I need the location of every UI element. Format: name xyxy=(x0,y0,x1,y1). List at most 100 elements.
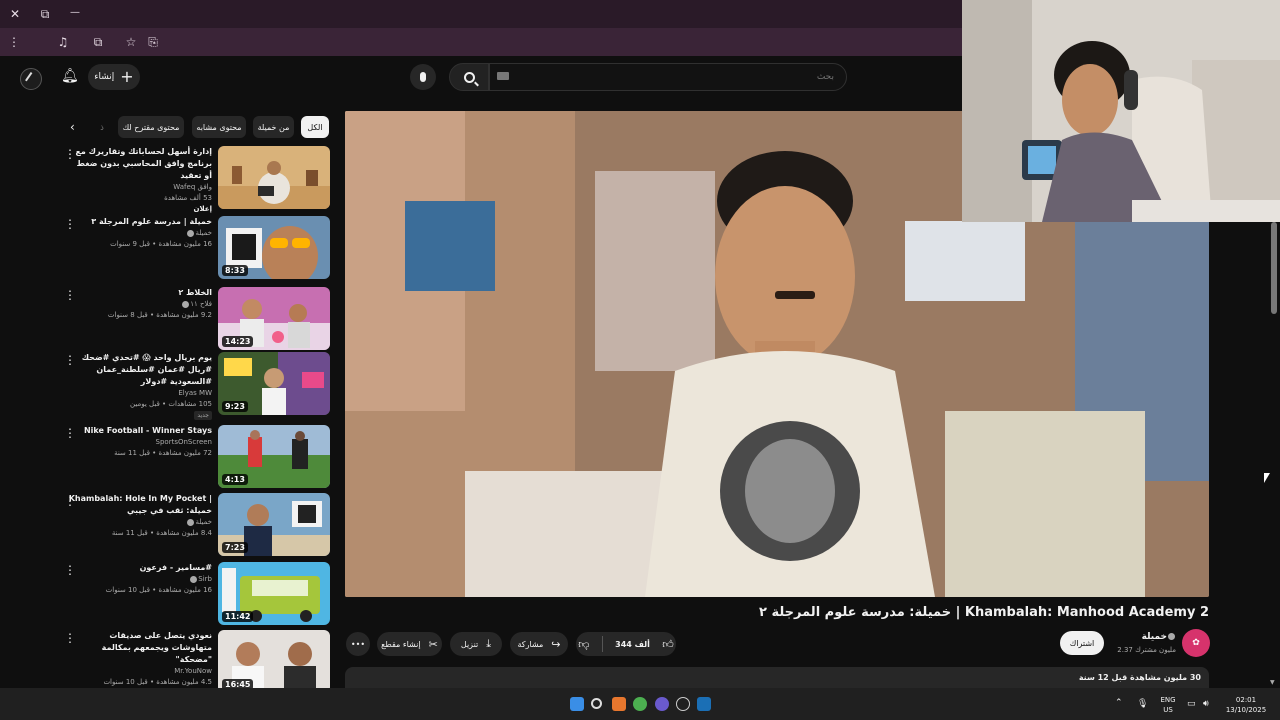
more-options-icon[interactable]: ⋮ xyxy=(64,632,76,644)
view-count: 4.5 مليون مشاهدة • قبل 10 سنوات xyxy=(103,678,212,686)
duration-badge: 9:23 xyxy=(222,401,248,412)
video-thumbnail[interactable]: 8:33 xyxy=(218,216,330,279)
chip-similar[interactable]: محتوى مشابه xyxy=(192,116,246,138)
channel-name: Mr.YouNow xyxy=(174,667,212,675)
create-button[interactable]: إنشاء + xyxy=(88,64,140,90)
like-count[interactable]: 344 ألف xyxy=(615,640,650,649)
video-title-heading: خميلة: مدرسة علوم المرجلة ٢ | Khambalah:… xyxy=(758,605,1209,620)
list-item[interactable]: ⋮ #مسامير - فرعون Sirb 16 مليون مشاهدة •… xyxy=(60,562,330,626)
chip-recommended[interactable]: محتوى مقترح لك xyxy=(118,116,184,138)
chip-partial[interactable]: ذ xyxy=(93,116,111,138)
list-item[interactable]: ⋮ Nike Football - Winner Stays SportsOnS… xyxy=(60,425,330,489)
channel-name: وافق Wafeq xyxy=(173,183,212,191)
star-icon[interactable]: ☆ xyxy=(123,35,139,49)
list-item[interactable]: ⋮ خميلة | مدرسة علوم المرجلة ٣ خميلة 16 … xyxy=(60,216,330,280)
keyboard-icon[interactable] xyxy=(497,72,509,80)
restore-window-button[interactable]: ⧉ xyxy=(37,7,53,21)
video-title: نعودي يتصل على صديقات متهاوشات ويجمعهم ب… xyxy=(101,631,212,664)
view-count: 8.4 مليون مشاهدة • قبل 11 سنة xyxy=(111,529,212,537)
close-window-button[interactable]: ✕ xyxy=(7,7,23,21)
list-item[interactable]: ⋮ يوم بريال واحد 😱 #تحدي #ضحك #ريال #عما… xyxy=(60,352,330,420)
extensions-icon[interactable]: ⧉ xyxy=(90,35,106,49)
duration-badge: 14:23 xyxy=(222,336,254,347)
verified-icon xyxy=(187,229,195,237)
region-code: US xyxy=(1163,706,1173,714)
language-indicator[interactable]: ENG US xyxy=(1156,695,1180,715)
video-thumbnail[interactable] xyxy=(218,146,330,209)
more-options-icon[interactable]: ⋮ xyxy=(64,218,76,230)
list-item[interactable]: ⋮ إدارة أسهل لحساباتك وتقاريرك مع برنامج… xyxy=(60,146,330,213)
voice-search-button[interactable] xyxy=(410,64,436,90)
video-thumbnail[interactable]: 9:23 xyxy=(218,352,330,415)
network-icon[interactable]: ▭ xyxy=(1187,699,1196,709)
download-button[interactable]: تنزيل ⤓ xyxy=(450,632,502,656)
notifications-bell-icon[interactable]: 🔔︎ xyxy=(61,68,79,84)
system-clock[interactable]: 02:01 13/10/2025 xyxy=(1222,695,1270,715)
share-button[interactable]: مشاركة ↪ xyxy=(510,632,568,656)
volume-icon[interactable]: 🔊︎ xyxy=(1203,699,1209,709)
view-count: 16 مليون مشاهدة • قبل 9 سنوات xyxy=(110,240,212,248)
user-avatar[interactable] xyxy=(20,68,42,90)
plus-icon: + xyxy=(120,67,134,86)
list-item[interactable]: ⋮ نعودي يتصل على صديقات متهاوشات ويجمعهم… xyxy=(60,630,330,688)
app-icon[interactable] xyxy=(612,697,626,711)
screenshot-icon[interactable]: ⎘ xyxy=(145,35,161,49)
duration-badge: 16:45 xyxy=(222,679,254,688)
video-thumbnail[interactable]: 14:23 xyxy=(218,287,330,350)
more-options-icon[interactable]: ⋮ xyxy=(64,289,76,301)
view-count: 53 ألف مشاهدة xyxy=(164,194,212,202)
search-taskbar-icon[interactable] xyxy=(591,698,602,709)
channel-name: SportsOnScreen xyxy=(155,438,212,446)
search-input[interactable] xyxy=(489,63,847,91)
channel-name[interactable]: خميلة xyxy=(1110,632,1176,642)
minimize-window-button[interactable]: — xyxy=(67,6,83,20)
chip-from-channel[interactable]: من خميلة xyxy=(253,116,294,138)
menu-dots-icon[interactable]: ⋮ xyxy=(6,35,22,49)
clip-button[interactable]: إنشاء مقطع ✂ xyxy=(377,632,442,656)
media-icon[interactable]: ♫ xyxy=(55,35,71,49)
dislike-icon[interactable]: 👎︎ xyxy=(578,638,589,651)
scroll-down-arrow-icon[interactable]: ▼ xyxy=(1270,679,1275,686)
subscribe-button[interactable]: اشتراك xyxy=(1060,631,1104,655)
scrollbar-thumb[interactable] xyxy=(1271,222,1277,314)
steam-icon[interactable] xyxy=(697,697,711,711)
microphone-tray-icon[interactable]: 🎙︎ xyxy=(1137,699,1148,709)
verified-icon xyxy=(190,575,198,583)
settings-icon[interactable] xyxy=(676,697,690,711)
video-thumbnail[interactable]: 11:42 xyxy=(218,562,330,625)
more-actions-button[interactable]: ••• xyxy=(346,632,370,656)
windows-start-icon[interactable] xyxy=(570,697,584,711)
tray-chevron-up-icon[interactable]: ⌃ xyxy=(1115,698,1123,708)
video-thumbnail[interactable]: 7:23 xyxy=(218,493,330,556)
chrome-icon[interactable] xyxy=(633,697,647,711)
view-count: 105 مشاهدات • قبل يومين xyxy=(130,400,212,408)
more-options-icon[interactable]: ⋮ xyxy=(64,148,76,160)
chip-all[interactable]: الكل xyxy=(301,116,329,138)
like-divider xyxy=(601,636,603,652)
duration-badge: 7:23 xyxy=(222,542,248,553)
more-options-icon[interactable]: ⋮ xyxy=(64,354,76,366)
list-item[interactable]: ⋮ الخلاط ٢ فلاح ١١ 9.2 مليون مشاهدة • قب… xyxy=(60,287,330,351)
discord-icon[interactable] xyxy=(655,697,669,711)
scissors-icon: ✂ xyxy=(428,637,438,651)
view-count: 72 مليون مشاهدة • قبل 11 سنة xyxy=(114,449,212,457)
language-code: ENG xyxy=(1160,696,1176,704)
duration-badge: 11:42 xyxy=(222,611,254,622)
verified-icon xyxy=(187,518,195,526)
video-thumbnail[interactable]: 4:13 xyxy=(218,425,330,488)
video-title: خميلة | مدرسة علوم المرجلة ٣ xyxy=(91,217,212,226)
view-count: 16 مليون مشاهدة • قبل 10 سنوات xyxy=(105,586,212,594)
download-label: تنزيل xyxy=(460,639,479,649)
share-label: مشاركة xyxy=(517,639,544,649)
verified-icon xyxy=(1168,633,1175,640)
like-icon[interactable]: 👍︎ xyxy=(662,638,674,651)
channel-avatar[interactable]: ✿ xyxy=(1182,629,1210,657)
chips-scroll-left-button[interactable]: ‹ xyxy=(70,120,75,134)
more-options-icon[interactable]: ⋮ xyxy=(64,564,76,576)
channel-name: Elyas MW xyxy=(178,389,212,397)
channel-name: Sirb xyxy=(198,575,212,583)
more-options-icon[interactable]: ⋮ xyxy=(64,427,76,439)
list-item[interactable]: ⋮ Khambalah: Hole In My Pocket | خميلة: … xyxy=(60,493,330,557)
video-thumbnail[interactable]: 16:45 xyxy=(218,630,330,688)
search-button[interactable] xyxy=(449,63,489,91)
